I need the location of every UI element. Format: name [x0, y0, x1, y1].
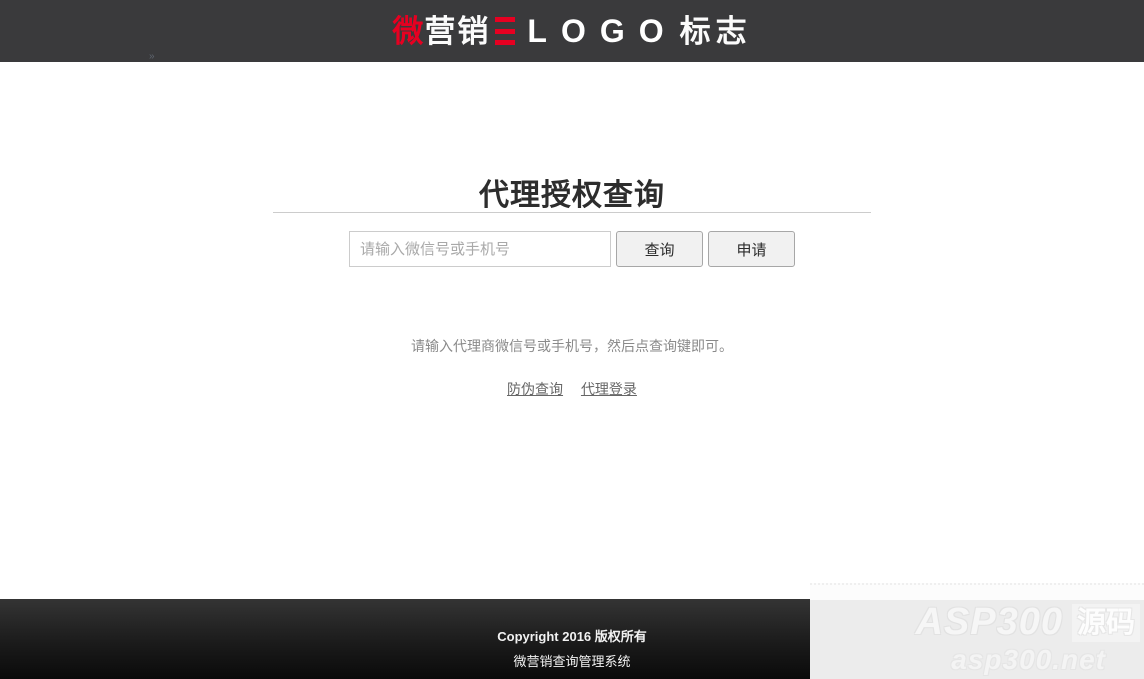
logo-brand-red-text: 微	[392, 16, 424, 47]
watermark-top-strip	[810, 583, 1144, 600]
watermark-brand-row: ASP300 源码	[915, 601, 1140, 644]
anti-fake-query-link[interactable]: 防伪查询	[507, 381, 563, 397]
title-divider	[273, 212, 871, 213]
watermark-brand-text: ASP300	[915, 601, 1063, 644]
three-bars-icon	[495, 17, 515, 45]
query-form: 查询 申请	[0, 231, 1144, 267]
search-input[interactable]	[349, 231, 611, 267]
chevron-right-icon: »	[149, 52, 155, 62]
apply-button[interactable]: 申请	[708, 231, 795, 267]
query-button[interactable]: 查询	[616, 231, 703, 267]
watermark-overlay: ASP300 源码 asp300.net	[810, 583, 1144, 679]
helper-text: 请输入代理商微信号或手机号，然后点查询键即可。	[0, 339, 1144, 354]
header: 微 营销 LOGO 标志 »	[0, 0, 1144, 62]
agent-login-link[interactable]: 代理登录	[581, 381, 637, 397]
logo-cn-text: 标志	[680, 16, 752, 47]
watermark-badge-text: 源码	[1072, 604, 1140, 642]
logo-en-text: LOGO	[527, 15, 677, 47]
page-title: 代理授权查询	[0, 180, 1144, 212]
logo-brand-text: 营销	[424, 16, 490, 47]
logo: 微 营销 LOGO 标志	[392, 15, 751, 47]
watermark-site-text: asp300.net	[951, 644, 1106, 676]
main-content: 代理授权查询 查询 申请 请输入代理商微信号或手机号，然后点查询键即可。 防伪查…	[0, 62, 1144, 399]
watermark-body: ASP300 源码 asp300.net	[810, 600, 1144, 679]
links-row: 防伪查询 代理登录	[0, 379, 1144, 399]
page: 微 营销 LOGO 标志 » 代理授权查询 查询 申请 请输入代理商微信号或手机…	[0, 0, 1144, 679]
